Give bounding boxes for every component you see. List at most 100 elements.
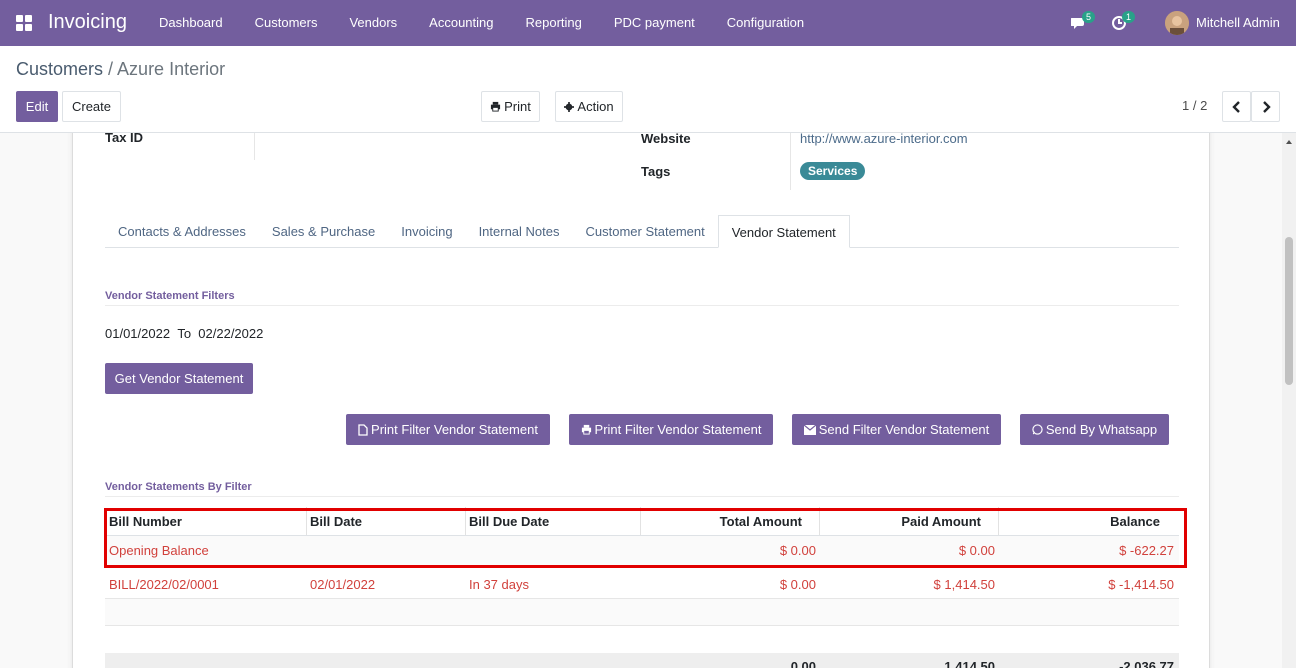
table-header: Bill Number Bill Date Bill Due Date Tota… bbox=[105, 507, 1179, 535]
col-bill-due-date[interactable]: Bill Due Date bbox=[469, 514, 549, 529]
date-from-field[interactable]: 01/01/2022 bbox=[105, 326, 170, 341]
create-button[interactable]: Create bbox=[62, 91, 121, 122]
menu-configuration[interactable]: Configuration bbox=[711, 0, 820, 46]
gear-icon bbox=[564, 101, 575, 112]
row-bill-number: BILL/2022/02/0001 bbox=[109, 577, 219, 592]
row-balance: $ -622.27 bbox=[1119, 543, 1174, 558]
page-scrollbar[interactable] bbox=[1282, 133, 1296, 668]
action-button[interactable]: Action bbox=[555, 91, 623, 122]
menu-vendors[interactable]: Vendors bbox=[333, 0, 413, 46]
website-label: Website bbox=[641, 133, 691, 146]
whatsapp-icon bbox=[1032, 424, 1043, 435]
print-pdf-label: Print Filter Vendor Statement bbox=[371, 422, 538, 437]
section-divider bbox=[105, 305, 1179, 306]
column-divider bbox=[306, 507, 307, 535]
pager-value[interactable]: 1 / 2 bbox=[1182, 98, 1207, 113]
row-balance: $ -1,414.50 bbox=[1108, 577, 1174, 592]
row-total-amount: $ 0.00 bbox=[779, 543, 816, 558]
paid-amount-sum: 1,414.50 bbox=[944, 659, 995, 668]
apps-menu-icon[interactable] bbox=[16, 15, 32, 31]
table-row-empty bbox=[105, 599, 1179, 626]
messages-icon[interactable]: 5 bbox=[1070, 11, 1096, 31]
row-bill-due-date: In 37 days bbox=[469, 577, 529, 592]
tab-vendor-statement[interactable]: Vendor Statement bbox=[717, 215, 850, 248]
tag-badge[interactable]: Services bbox=[800, 162, 866, 180]
col-balance[interactable]: Balance bbox=[1002, 514, 1160, 529]
scroll-up-icon[interactable] bbox=[1282, 135, 1296, 149]
control-panel: Customers / Azure Interior Edit Create P… bbox=[0, 46, 1296, 133]
col-paid-amount[interactable]: Paid Amount bbox=[823, 514, 981, 529]
edit-button[interactable]: Edit bbox=[16, 91, 58, 122]
print-pdf-filter-button[interactable]: Print Filter Vendor Statement bbox=[346, 414, 550, 445]
breadcrumb: Customers / Azure Interior bbox=[16, 59, 225, 80]
activities-badge: 1 bbox=[1122, 11, 1136, 23]
table-footer-totals: 0.00 1,414.50 -2,036.77 bbox=[105, 653, 1179, 668]
print-icon bbox=[491, 101, 501, 112]
form-view: Tax ID Website http://www.azure-interior… bbox=[0, 133, 1282, 668]
print-xls-label: Print Filter Vendor Statement bbox=[594, 422, 762, 437]
statements-section-title: Vendor Statements By Filter bbox=[105, 481, 252, 493]
messages-badge: 5 bbox=[1082, 11, 1096, 23]
col-bill-date[interactable]: Bill Date bbox=[310, 514, 362, 529]
send-whatsapp-button[interactable]: Send By Whatsapp bbox=[1020, 414, 1169, 445]
column-divider bbox=[640, 507, 641, 535]
tax-id-label: Tax ID bbox=[105, 133, 144, 145]
column-divider bbox=[465, 507, 466, 535]
column-divider bbox=[998, 507, 999, 535]
menu-customers[interactable]: Customers bbox=[239, 0, 334, 46]
menu-dashboard[interactable]: Dashboard bbox=[143, 0, 239, 46]
table-row[interactable]: BILL/2022/02/0001 02/01/2022 In 37 days … bbox=[105, 565, 1179, 599]
print-label: Print bbox=[504, 99, 531, 114]
menu-pdc-payment[interactable]: PDC payment bbox=[598, 0, 711, 46]
breadcrumb-customers[interactable]: Customers bbox=[16, 59, 103, 79]
activities-icon[interactable]: 1 bbox=[1111, 11, 1136, 31]
total-amount-sum: 0.00 bbox=[790, 659, 816, 668]
print-button[interactable]: Print bbox=[481, 91, 540, 122]
chevron-right-icon bbox=[1262, 100, 1271, 113]
row-total-amount: $ 0.00 bbox=[779, 577, 816, 592]
main-menu: Dashboard Customers Vendors Accounting R… bbox=[143, 0, 820, 46]
date-to-field[interactable]: 02/22/2022 bbox=[198, 326, 263, 341]
filters-section-title: Vendor Statement Filters bbox=[105, 290, 235, 302]
print-icon bbox=[581, 424, 591, 435]
get-vendor-statement-button[interactable]: Get Vendor Statement bbox=[105, 363, 253, 394]
row-paid-amount: $ 1,414.50 bbox=[933, 577, 995, 592]
tab-customer-statement[interactable]: Customer Statement bbox=[573, 215, 718, 247]
tab-internal-notes[interactable]: Internal Notes bbox=[466, 215, 573, 247]
website-link[interactable]: http://www.azure-interior.com bbox=[800, 133, 968, 146]
menu-accounting[interactable]: Accounting bbox=[413, 0, 509, 46]
field-divider bbox=[790, 133, 791, 190]
print-filter-button[interactable]: Print Filter Vendor Statement bbox=[569, 414, 773, 445]
user-name[interactable]: Mitchell Admin bbox=[1196, 15, 1280, 30]
action-label: Action bbox=[577, 99, 614, 114]
whatsapp-label: Send By Whatsapp bbox=[1045, 422, 1158, 437]
column-divider bbox=[819, 507, 820, 535]
file-pdf-icon bbox=[358, 423, 368, 436]
top-navbar: Invoicing Dashboard Customers Vendors Ac… bbox=[0, 0, 1296, 46]
form-sheet: Tax ID Website http://www.azure-interior… bbox=[72, 133, 1210, 668]
tab-invoicing[interactable]: Invoicing bbox=[388, 215, 465, 247]
app-brand[interactable]: Invoicing bbox=[48, 11, 127, 34]
breadcrumb-separator: / bbox=[103, 59, 118, 79]
notebook-tabs: Contacts & Addresses Sales & Purchase In… bbox=[105, 215, 1179, 248]
date-range: 01/01/2022 To 02/22/2022 bbox=[105, 326, 263, 341]
pager-next-button[interactable] bbox=[1251, 91, 1280, 122]
row-bill-date: 02/01/2022 bbox=[310, 577, 376, 592]
user-avatar[interactable] bbox=[1165, 11, 1189, 35]
tab-sales-purchase[interactable]: Sales & Purchase bbox=[259, 215, 388, 247]
tab-contacts-addresses[interactable]: Contacts & Addresses bbox=[105, 215, 259, 247]
col-bill-number[interactable]: Bill Number bbox=[109, 514, 182, 529]
pager-previous-button[interactable] bbox=[1222, 91, 1251, 122]
table-row[interactable]: Opening Balance $ 0.00 $ 0.00 $ -622.27 bbox=[105, 536, 1179, 565]
scrollbar-thumb[interactable] bbox=[1285, 237, 1293, 385]
col-total-amount[interactable]: Total Amount bbox=[645, 514, 802, 529]
breadcrumb-current: Azure Interior bbox=[117, 59, 226, 79]
send-filter-button[interactable]: Send Filter Vendor Statement bbox=[792, 414, 1001, 445]
chevron-left-icon bbox=[1231, 100, 1240, 113]
to-label: To bbox=[177, 326, 192, 341]
tags-label: Tags bbox=[641, 164, 671, 179]
field-divider bbox=[254, 133, 255, 160]
menu-reporting[interactable]: Reporting bbox=[510, 0, 598, 46]
balance-sum: -2,036.77 bbox=[1119, 659, 1174, 668]
envelope-icon bbox=[803, 424, 816, 435]
